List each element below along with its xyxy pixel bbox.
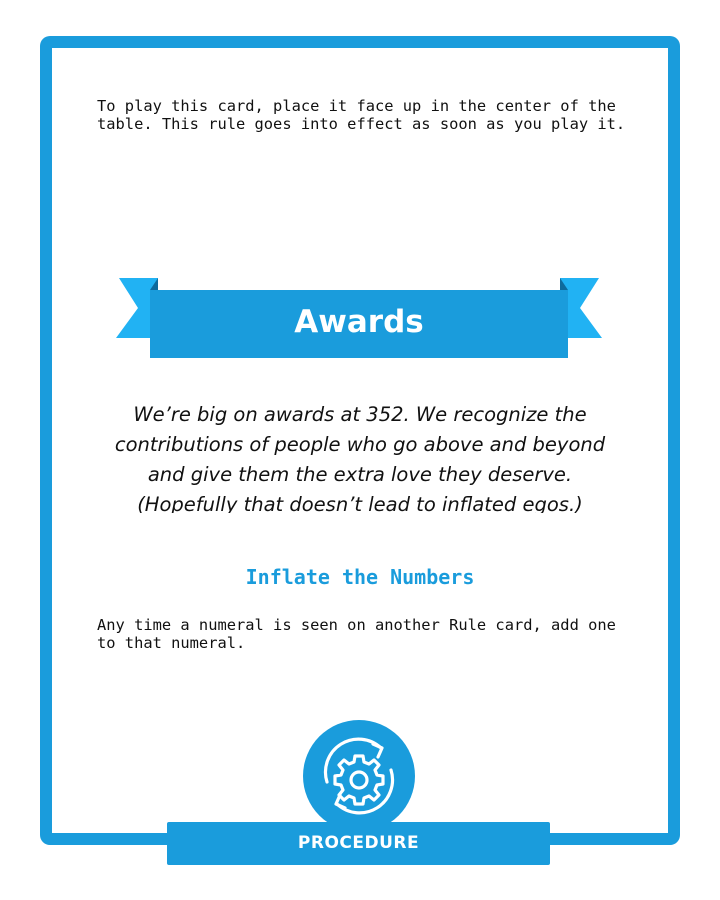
rule-title: Inflate the Numbers — [245, 565, 475, 589]
play-instructions: To play this card, place it face up in t… — [97, 97, 626, 133]
card-type-bar: PROCEDURE — [167, 822, 550, 865]
procedure-badge — [303, 720, 415, 832]
title-banner: Awards — [116, 276, 602, 360]
card-title: Awards — [294, 304, 424, 340]
card-type-label: PROCEDURE — [297, 833, 420, 853]
flavor-text: We’re big on awards at 352. We recognize… — [114, 403, 606, 513]
rule-text: Any time a numeral is seen on another Ru… — [97, 616, 616, 652]
gear-cycle-icon — [323, 737, 395, 815]
